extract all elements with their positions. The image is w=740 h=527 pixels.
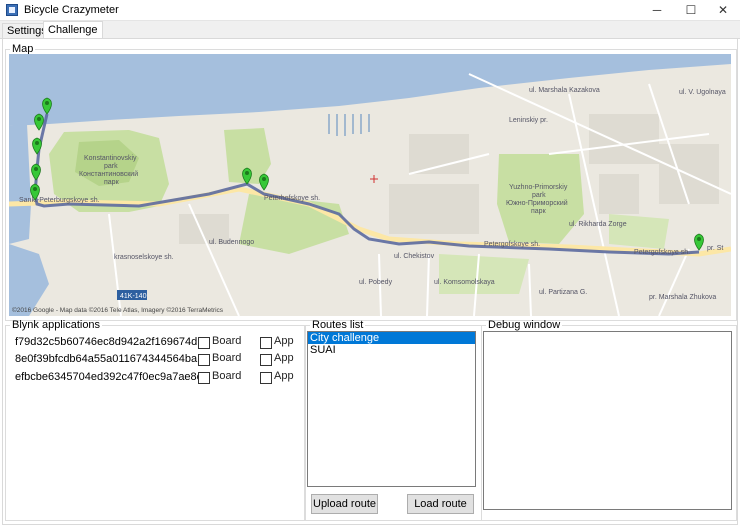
map-label-pobedy: ul. Pobedy xyxy=(359,279,393,286)
map-label-krasnoselskoye: krasnoselskoye sh. xyxy=(114,254,174,261)
blynk-token: efbcbe6345704ed392c47f0ec9a7ae8e xyxy=(15,371,203,383)
close-button[interactable]: ✕ xyxy=(706,0,740,20)
map-label-marshala-zhukova: pr. Marshala Zhukova xyxy=(649,294,716,301)
tab-challenge[interactable]: Challenge xyxy=(43,21,103,39)
map-label-road-west: Sankt-Peterburgskoye sh. xyxy=(19,197,100,204)
map-label-pr-st: pr. St xyxy=(707,245,723,252)
map-view[interactable]: Konstantinovskiy park Константиновский п… xyxy=(9,54,731,316)
map-canvas: Konstantinovskiy park Константиновский п… xyxy=(9,54,731,316)
map-label-yuzhno1: Yuzhno-Primorskiy xyxy=(509,184,568,191)
board-checkbox-label: Board xyxy=(212,335,242,347)
routes-group-label: Routes list xyxy=(312,319,364,331)
route-item-city-challenge[interactable]: City challenge xyxy=(308,332,475,344)
board-checkbox[interactable] xyxy=(198,354,210,366)
load-route-button[interactable]: Load route xyxy=(407,494,474,514)
app-icon xyxy=(6,4,18,16)
road-marker-text: 41K-140 xyxy=(120,293,147,300)
map-label-rikharda-zorge: ul. Rikharda Zorge xyxy=(569,221,627,228)
debug-textarea[interactable] xyxy=(483,331,732,510)
map-label-park3: Константиновский xyxy=(79,170,138,178)
routes-listbox[interactable]: City challenge SUAI xyxy=(307,331,476,487)
map-label-park4: парк xyxy=(104,179,120,186)
route-item-suai[interactable]: SUAI xyxy=(308,344,475,356)
map-label-road-mid: Peterhofskoye sh. xyxy=(264,195,320,202)
debug-group-label: Debug window xyxy=(488,319,561,331)
board-checkbox-label: Board xyxy=(212,370,242,382)
board-checkbox-label: Board xyxy=(212,352,242,364)
minimize-button[interactable]: ─ xyxy=(640,0,674,20)
map-label-marshala-kazakova: ul. Marshala Kazakova xyxy=(529,87,600,94)
map-label-road-east2: Petergofskoye sh. xyxy=(634,249,690,256)
map-label-chekistov: ul. Chekistov xyxy=(394,253,435,260)
map-label-yuzhno3: Южно-Приморский xyxy=(506,199,568,207)
app-checkbox-label: App xyxy=(274,370,294,382)
map-label-leninskiy: Leninskiy pr. xyxy=(509,117,548,124)
upload-route-button[interactable]: Upload route xyxy=(311,494,378,514)
app-checkbox[interactable] xyxy=(260,337,272,349)
map-label-yuzhno4: парк xyxy=(531,208,547,215)
map-label-partizana: ul. Partizana G. xyxy=(539,289,587,296)
blynk-group: Blynk applications xyxy=(5,319,305,521)
app-checkbox[interactable] xyxy=(260,354,272,366)
app-checkbox[interactable] xyxy=(260,372,272,384)
tab-strip: Settings Challenge xyxy=(0,21,740,39)
app-checkbox-label: App xyxy=(274,335,294,347)
board-checkbox[interactable] xyxy=(198,337,210,349)
blynk-group-label: Blynk applications xyxy=(12,319,101,331)
blynk-token: 8e0f39bfcdb64a55a011674344564ba1 xyxy=(15,353,204,365)
map-label-yuzhno2: park xyxy=(532,192,546,199)
blynk-token: f79d32c5b60746ec8d942a2f169674d1 xyxy=(15,336,204,348)
map-label-budennogo: ul. Budennogo xyxy=(209,239,254,246)
map-label-ugolnaya: ul. V. Ugolnaya xyxy=(679,89,726,96)
maximize-button[interactable]: ☐ xyxy=(674,0,708,20)
title-bar: Bicycle Crazymeter ─ ☐ ✕ xyxy=(0,0,740,21)
map-label-road-east: Petergofskoye sh. xyxy=(484,241,540,248)
map-credits: ©2016 Google - Map data ©2016 Tele Atlas… xyxy=(12,306,224,314)
app-checkbox-label: App xyxy=(274,352,294,364)
map-label-park2: park xyxy=(104,163,118,170)
map-label-park1: Konstantinovskiy xyxy=(84,155,137,162)
board-checkbox[interactable] xyxy=(198,372,210,384)
map-label-komsomolskaya: ul. Komsomolskaya xyxy=(434,279,495,286)
window-title: Bicycle Crazymeter xyxy=(24,4,119,16)
